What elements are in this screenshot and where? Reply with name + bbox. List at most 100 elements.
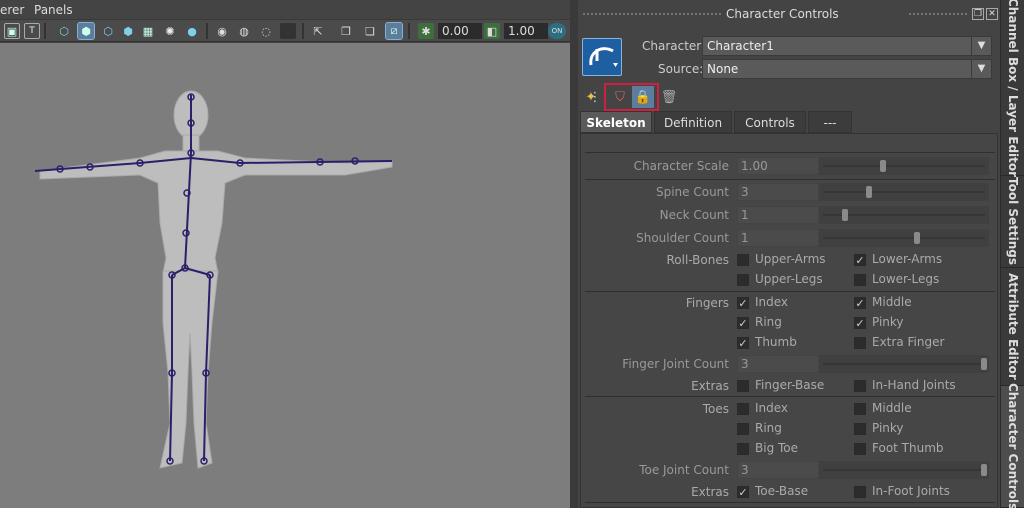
slider-thumb[interactable] <box>841 209 848 221</box>
neck-count-field[interactable]: 1 <box>737 206 819 224</box>
character-dropdown[interactable]: Character1 ▼ <box>702 36 992 56</box>
wireframe-on-shaded-icon[interactable]: ⬡ <box>100 23 116 39</box>
finger-index-checkbox[interactable]: ✓ <box>737 297 749 309</box>
copy-icon[interactable]: ❐ <box>338 23 354 39</box>
gamma-field[interactable]: 1.00 <box>504 23 548 39</box>
spine-count-field[interactable]: 3 <box>737 183 819 201</box>
tab-attribute-editor[interactable]: Attribute Editor <box>1001 268 1024 386</box>
toe-middle-label: Middle <box>872 401 912 415</box>
delete-icon[interactable]: 🗑 <box>658 86 680 108</box>
character-scale-field[interactable]: 1.00 <box>737 157 819 175</box>
lower-arms-label: Lower-Arms <box>872 252 943 266</box>
shoulder-count-field[interactable]: 1 <box>737 229 819 247</box>
lower-arms-checkbox[interactable]: ✓ <box>854 254 866 266</box>
textured-icon[interactable]: ⬢ <box>120 23 136 39</box>
shadow-icon[interactable]: ● <box>184 23 200 39</box>
toe-index-checkbox[interactable] <box>737 403 749 415</box>
light-bulb-icon[interactable]: ✺ <box>162 23 178 39</box>
screen-space-ao-icon[interactable]: ◉ <box>214 23 230 39</box>
image-plane-icon[interactable]: ▣ <box>4 23 20 39</box>
divider <box>585 396 995 397</box>
extra-finger-label: Extra Finger <box>872 335 945 349</box>
toe-joint-count-field[interactable]: 3 <box>737 461 819 479</box>
tab-tool-settings[interactable]: Tool Settings <box>1001 176 1024 268</box>
finger-ring-checkbox[interactable]: ✓ <box>737 317 749 329</box>
toolbar-separator <box>206 23 208 39</box>
lower-legs-label: Lower-Legs <box>872 272 940 286</box>
menu-dots-icon[interactable]: ⋮ <box>589 86 602 108</box>
foot-thumb-checkbox[interactable] <box>854 443 866 455</box>
float-window-icon[interactable]: ❐ <box>972 8 984 20</box>
menu-renderer[interactable]: erer <box>0 3 24 17</box>
slider-thumb[interactable] <box>981 358 987 370</box>
divider <box>585 502 995 503</box>
tab-skeleton[interactable]: Skeleton <box>580 111 652 133</box>
toe-ring-checkbox[interactable] <box>737 423 749 435</box>
slider-track <box>823 191 985 193</box>
slider-thumb[interactable] <box>880 160 887 172</box>
wireframe-cube-icon[interactable]: ⬡ <box>56 23 72 39</box>
lower-legs-checkbox[interactable] <box>854 274 866 286</box>
toe-middle-checkbox[interactable] <box>854 403 866 415</box>
shaded-cube-icon[interactable]: ⬢ <box>77 22 95 40</box>
tab-character-controls[interactable]: Character Controls <box>1001 382 1024 508</box>
slider-thumb[interactable] <box>865 186 872 198</box>
tab-channel-box-label: Channel Box / Layer Editor <box>1006 0 1020 178</box>
character-controls-icon <box>589 47 618 67</box>
character-scale-slider[interactable] <box>819 157 989 175</box>
panel-titlebar[interactable]: Character Controls ❐ ✕ <box>578 4 1000 24</box>
menu-panels[interactable]: Panels <box>34 3 73 17</box>
app-window: erer Panels ▣ T ⬡ ⬢ ⬡ ⬢ ▦ ✺ ● ◉ ◍ ◌ ⇱ ❐ … <box>0 0 1024 508</box>
toe-base-checkbox[interactable]: ✓ <box>737 486 749 498</box>
source-dropdown[interactable]: None ▼ <box>702 59 992 79</box>
anti-alias-icon[interactable]: ◌ <box>258 23 274 39</box>
spine-count-slider[interactable] <box>819 183 989 201</box>
gamma-icon[interactable]: ◧ <box>484 23 500 39</box>
resolution-gate-icon[interactable]: ❏ <box>362 23 378 39</box>
neck-count-slider[interactable] <box>819 206 989 224</box>
close-icon[interactable]: ✕ <box>986 8 998 20</box>
3d-viewport[interactable] <box>0 43 570 508</box>
finger-extras-label: Extras <box>691 379 729 393</box>
upper-arms-checkbox[interactable] <box>737 254 749 266</box>
film-gate-icon[interactable]: ⧄ <box>385 22 403 40</box>
slider-track <box>823 165 985 167</box>
xray-icon[interactable]: ⇱ <box>310 23 326 39</box>
text-icon[interactable]: T <box>24 23 40 39</box>
slider-thumb[interactable] <box>981 464 987 476</box>
shoulder-count-slider[interactable] <box>819 229 989 247</box>
tab-extra[interactable]: --- <box>808 111 852 133</box>
slider-thumb[interactable] <box>913 232 920 244</box>
checker-icon[interactable]: ▦ <box>140 23 156 39</box>
finger-middle-checkbox[interactable]: ✓ <box>854 297 866 309</box>
finger-joint-count-slider[interactable] <box>819 355 989 373</box>
pane-splitter[interactable] <box>570 0 578 508</box>
exposure-field[interactable]: 0.00 <box>438 23 482 39</box>
tab-channel-box[interactable]: Channel Box / Layer Editor <box>1001 0 1024 178</box>
in-foot-joints-checkbox[interactable] <box>854 486 866 498</box>
tab-character-controls-label: Character Controls <box>1006 382 1020 508</box>
character-menu-button[interactable] <box>582 38 622 76</box>
color-management-toggle[interactable]: ON <box>548 23 566 39</box>
drag-handle[interactable] <box>582 12 722 16</box>
finger-joint-count-field[interactable]: 3 <box>737 355 819 373</box>
toe-pinky-checkbox[interactable] <box>854 423 866 435</box>
chevron-down-icon: ▼ <box>971 60 991 78</box>
tab-controls[interactable]: Controls <box>734 111 806 133</box>
character-model <box>34 90 393 469</box>
finger-pinky-checkbox[interactable]: ✓ <box>854 317 866 329</box>
in-hand-joints-checkbox[interactable] <box>854 380 866 392</box>
drag-handle[interactable] <box>908 12 968 16</box>
tab-definition[interactable]: Definition <box>654 111 732 133</box>
finger-thumb-checkbox[interactable]: ✓ <box>737 337 749 349</box>
toe-joint-count-label: Toe Joint Count <box>639 463 729 477</box>
extra-finger-checkbox[interactable] <box>854 337 866 349</box>
finger-base-checkbox[interactable] <box>737 380 749 392</box>
skeleton-tab-body: Character Scale 1.00 Spine Count 3 Neck … <box>580 133 998 508</box>
upper-legs-checkbox[interactable] <box>737 274 749 286</box>
big-toe-checkbox[interactable] <box>737 443 749 455</box>
motion-blur-icon[interactable]: ◍ <box>236 23 252 39</box>
toe-joint-count-slider[interactable] <box>819 461 989 479</box>
exposure-icon[interactable]: ✱ <box>418 23 434 39</box>
isolate-select-icon[interactable] <box>280 23 296 39</box>
